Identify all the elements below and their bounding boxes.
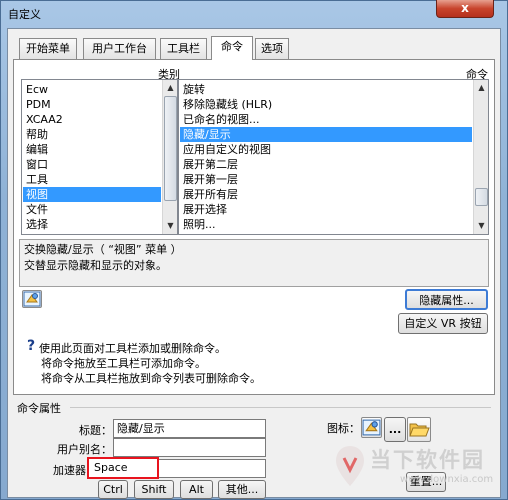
list-item[interactable]: 帮助: [23, 127, 161, 142]
tab-label: 选项: [261, 42, 283, 55]
watermark-url: www.downxia.com: [400, 474, 494, 485]
command-description: 交换隐藏/显示（ “视图” 菜单 ） 交替显示隐藏和显示的对象。: [19, 239, 489, 287]
list-item-selected[interactable]: 视图: [23, 187, 161, 202]
icon-label: 图标：: [327, 422, 360, 435]
commands-scrollbar[interactable]: ▲ ▼: [473, 80, 488, 234]
tab-user-workbench[interactable]: 用户工作台: [83, 38, 156, 59]
tab-options[interactable]: 选项: [255, 38, 289, 59]
tab-label: 工具栏: [167, 42, 200, 55]
accelerator-value: Space: [94, 461, 128, 474]
help-line: 将命令拖放至工具栏可添加命令。: [41, 357, 206, 370]
title-field[interactable]: 隐藏/显示: [113, 419, 266, 438]
folder-icon: [409, 423, 430, 437]
scroll-up-icon[interactable]: ▲: [474, 80, 488, 95]
list-item[interactable]: 旋转: [180, 82, 472, 97]
list-item[interactable]: 展开所有层: [180, 187, 472, 202]
help-text: 使用此页面对工具栏添加或删除命令。 将命令拖放至工具栏可添加命令。 将命令从工具…: [39, 341, 261, 386]
accelerator-highlight-box: Space: [87, 457, 159, 479]
close-icon: x: [461, 1, 469, 15]
scroll-up-icon[interactable]: ▲: [163, 80, 177, 95]
close-button[interactable]: x: [436, 0, 494, 18]
custom-vr-button[interactable]: 自定义 VR 按钮: [398, 313, 488, 334]
alias-label: 用户别名：: [57, 443, 112, 456]
ctrl-button[interactable]: Ctrl: [98, 480, 128, 499]
window-title: 自定义: [8, 8, 41, 21]
shift-button[interactable]: Shift: [134, 480, 174, 499]
hide-show-icon: [362, 419, 381, 436]
hide-properties-button[interactable]: 隐藏属性...: [405, 289, 488, 310]
title-bar[interactable]: 自定义: [0, 0, 508, 26]
alt-button[interactable]: Alt: [180, 480, 213, 499]
help-line: 使用此页面对工具栏添加或删除命令。: [39, 342, 226, 355]
scroll-thumb[interactable]: [164, 96, 177, 201]
other-button[interactable]: 其他...: [218, 480, 266, 499]
alias-field[interactable]: [113, 438, 266, 457]
category-list[interactable]: Ecw PDM XCAA2 帮助 编辑 窗口 工具 视图 文件 选择 ▲ ▼: [21, 79, 178, 235]
list-item[interactable]: 展开第一层: [180, 172, 472, 187]
tab-label: 命令: [221, 40, 243, 53]
list-item[interactable]: 工具: [23, 172, 161, 187]
open-folder-button[interactable]: [407, 417, 431, 442]
tab-start-menu[interactable]: 开始菜单: [19, 38, 77, 59]
list-item[interactable]: 照明...: [180, 217, 472, 232]
watermark: 当下软件园 www.downxia.com: [328, 440, 508, 496]
commands-list[interactable]: 旋转 移除隐藏线 (HLR) 已命名的视图... 隐藏/显示 应用自定义的视图 …: [178, 79, 489, 235]
browse-icon-button[interactable]: ...: [384, 417, 406, 442]
hide-show-icon: [23, 291, 41, 307]
list-item[interactable]: 移除隐藏线 (HLR): [180, 97, 472, 112]
section-divider: [70, 407, 491, 408]
help-line: 将命令从工具栏拖放到命令列表可删除命令。: [41, 372, 261, 385]
category-scrollbar[interactable]: ▲ ▼: [162, 80, 177, 234]
list-item[interactable]: 应用自定义的视图: [180, 142, 472, 157]
list-item[interactable]: 已命名的视图...: [180, 112, 472, 127]
list-item[interactable]: PDM: [23, 97, 161, 112]
description-line: 交替显示隐藏和显示的对象。: [24, 259, 167, 272]
list-item[interactable]: Ecw: [23, 82, 161, 97]
accelerator-label: 加速器: [53, 464, 86, 477]
current-icon-preview: [361, 417, 382, 438]
scroll-down-icon[interactable]: ▼: [474, 218, 488, 233]
list-item[interactable]: 展开第二层: [180, 157, 472, 172]
scroll-down-icon[interactable]: ▼: [163, 218, 177, 233]
tab-label: 开始菜单: [26, 42, 70, 55]
list-item[interactable]: 选择: [23, 217, 161, 232]
command-icon-preview: [22, 290, 42, 308]
list-item[interactable]: 文件: [23, 202, 161, 217]
tab-commands[interactable]: 命令: [211, 36, 253, 60]
watermark-logo-icon: [336, 446, 364, 486]
description-line: 交换隐藏/显示（ “视图” 菜单 ）: [24, 243, 182, 256]
list-item[interactable]: 展开选择: [180, 202, 472, 217]
list-item[interactable]: 编辑: [23, 142, 161, 157]
title-label: 标题：: [79, 424, 112, 437]
list-item[interactable]: XCAA2: [23, 112, 161, 127]
tab-toolbars[interactable]: 工具栏: [160, 38, 207, 59]
scroll-thumb[interactable]: [475, 188, 488, 206]
list-item-selected[interactable]: 隐藏/显示: [180, 127, 472, 142]
watermark-brand: 当下软件园: [370, 448, 485, 472]
list-item[interactable]: 窗口: [23, 157, 161, 172]
help-icon: ?: [27, 338, 36, 354]
properties-section-label: 命令属性: [17, 402, 61, 415]
tab-label: 用户工作台: [92, 42, 147, 55]
